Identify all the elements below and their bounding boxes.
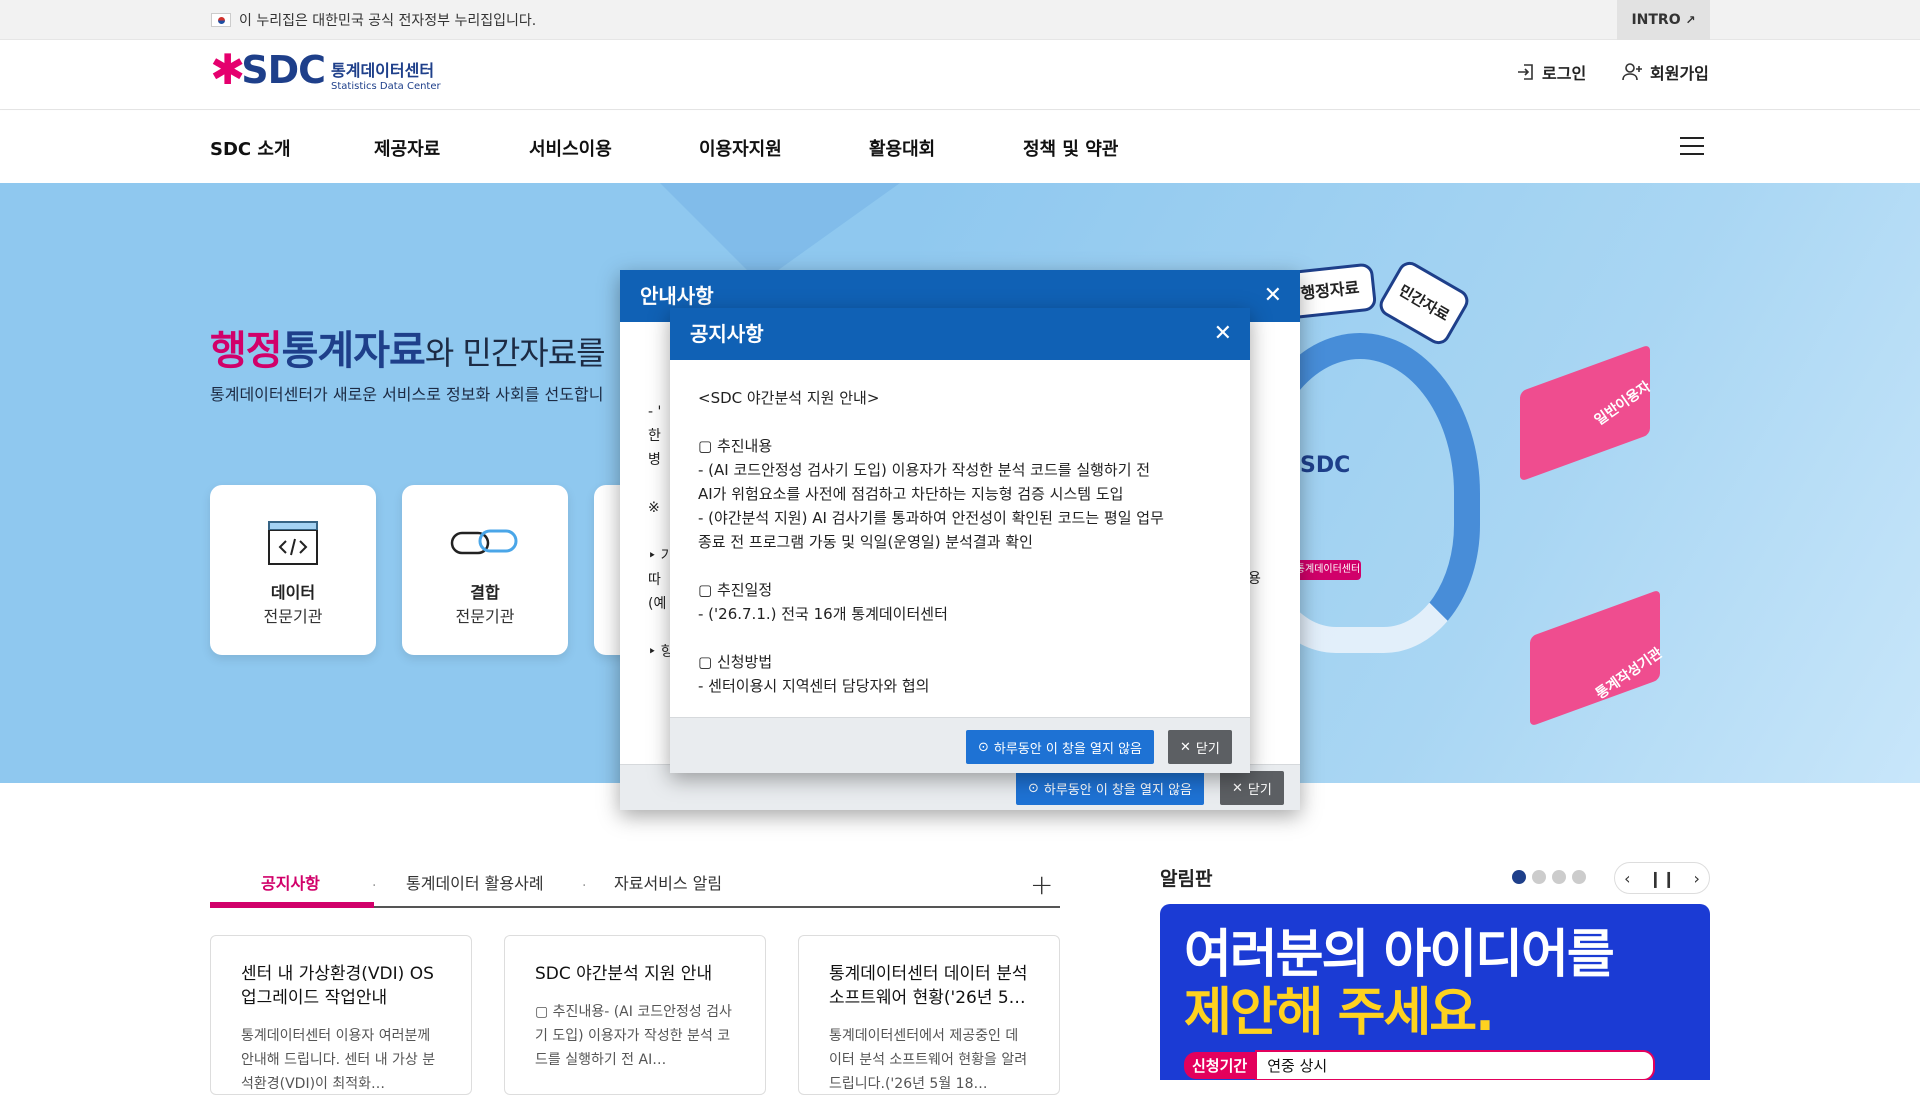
- signup-button[interactable]: 회원가입: [1622, 60, 1709, 84]
- notice-dont-show-today-button[interactable]: ⊙ 하루동안 이 창을 열지 않음: [966, 730, 1154, 764]
- site-header: ✱ SDC 통계데이터센터 Statistics Data Center 로그인…: [0, 40, 1920, 110]
- board-banner[interactable]: 여러분의 아이디어를 제안해 주세요. 신청기간 연중 상시: [1160, 904, 1710, 1080]
- board-title: 알림판: [1160, 868, 1213, 890]
- tab-use-cases[interactable]: 통계데이터 활용사례: [406, 870, 544, 894]
- pause-icon[interactable]: ❙❙: [1649, 869, 1676, 888]
- card-link-agency[interactable]: 결합 전문기관: [402, 485, 568, 655]
- modal-notice-close-icon[interactable]: ✕: [1214, 308, 1232, 360]
- menu-hamburger-icon[interactable]: [1680, 137, 1704, 157]
- code-window-icon: [268, 521, 318, 565]
- login-icon: [1518, 64, 1533, 80]
- notice-card-title: 센터 내 가상환경(VDI) OS 업그레이드 작업안내: [241, 964, 434, 1008]
- site-logo[interactable]: ✱ SDC 통계데이터센터 Statistics Data Center: [210, 48, 441, 92]
- close-icon: ✕: [1180, 739, 1191, 755]
- chevron-right-icon[interactable]: ›: [1694, 869, 1700, 888]
- modal-guidance-title: 안내사항: [640, 284, 714, 308]
- tab-data-service-alerts[interactable]: 자료서비스 알림: [614, 870, 722, 894]
- notice-card-title: SDC 야간분석 지원 안내: [535, 964, 713, 984]
- modal-notice-body: <SDC 야간분석 지원 안내> ▢ 추진내용 - (AI 코드안정성 검사기 …: [698, 389, 1164, 695]
- user-plus-icon: [1622, 63, 1642, 81]
- notice-card[interactable]: 센터 내 가상환경(VDI) OS 업그레이드 작업안내 통계데이터센터 이용자…: [210, 935, 472, 1095]
- banner-period-value: 연중 상시: [1255, 1050, 1656, 1080]
- notice-tabs: 공지사항 · 통계데이터 활용사례 · 자료서비스 알림: [210, 858, 1060, 908]
- hero-title: 행정통계자료와 민간자료를: [210, 328, 606, 374]
- more-plus-icon[interactable]: +: [1030, 868, 1053, 901]
- banner-period-label: 신청기간: [1184, 1052, 1256, 1079]
- notice-card-body: ▢ 추진내용- (AI 코드안정성 검사기 도입) 이용자가 작성한 분석 코드…: [535, 1004, 732, 1068]
- label-sdc: SDC: [1300, 453, 1351, 478]
- card-data-line1: 데이터: [270, 583, 316, 602]
- card-link-line2: 전문기관: [455, 607, 515, 626]
- nav-item-contest[interactable]: 활용대회: [869, 135, 935, 161]
- gov-notice-text: 이 누리집은 대한민국 공식 전자정부 누리집입니다.: [239, 13, 537, 29]
- signup-label: 회원가입: [1650, 64, 1709, 83]
- card-link-line1: 결합: [470, 583, 500, 602]
- modal-guidance-close-icon[interactable]: ✕: [1264, 270, 1282, 322]
- notice-card-body: 통계데이터센터 이용자 여러분께 안내해 드립니다. 센터 내 가상 분석환경(…: [241, 1028, 436, 1092]
- check-circle-icon: ⊙: [1028, 780, 1039, 796]
- label-center: 통계데이터센터: [1295, 560, 1361, 580]
- gov-notice: 이 누리집은 대한민국 공식 전자정부 누리집입니다.: [211, 10, 536, 30]
- pagination-dot[interactable]: [1512, 870, 1526, 884]
- hero-subtitle: 통계데이터센터가 새로운 서비스로 정보화 사회를 선도합니: [210, 385, 604, 404]
- intro-button[interactable]: INTRO ↗: [1617, 0, 1710, 40]
- board-pagination: [1512, 870, 1586, 884]
- modal-notice: 공지사항 ✕ <SDC 야간분석 지원 안내> ▢ 추진내용 - (AI 코드안…: [670, 308, 1250, 773]
- check-circle-icon: ⊙: [978, 739, 989, 755]
- logo-english: Statistics Data Center: [331, 80, 441, 92]
- external-link-icon: ↗: [1685, 13, 1696, 27]
- nav-item-policy[interactable]: 정책 및 약관: [1023, 135, 1118, 161]
- login-label: 로그인: [1542, 64, 1587, 83]
- notice-card[interactable]: SDC 야간분석 지원 안내 ▢ 추진내용- (AI 코드안정성 검사기 도입)…: [504, 935, 766, 1095]
- notice-card-body: 통계데이터센터에서 제공중인 데이터 분석 소프트웨어 현황을 알려 드립니다.…: [829, 1028, 1028, 1092]
- nav-item-support[interactable]: 이용자지원: [699, 135, 782, 161]
- banner-period: 신청기간 연중 상시: [1184, 1050, 1656, 1080]
- pagination-dot[interactable]: [1572, 870, 1586, 884]
- login-button[interactable]: 로그인: [1516, 60, 1586, 84]
- banner-line2: 제안해 주세요.: [1184, 983, 1495, 1043]
- logo-korean: 통계데이터센터: [331, 60, 435, 80]
- guidance-dont-show-today-button[interactable]: ⊙ 하루동안 이 창을 열지 않음: [1016, 771, 1204, 805]
- intro-label: INTRO: [1631, 12, 1681, 28]
- nav-item-service[interactable]: 서비스이용: [529, 135, 612, 161]
- tab-notice[interactable]: 공지사항: [261, 870, 320, 894]
- modal-notice-header: 공지사항 ✕: [670, 308, 1250, 360]
- close-icon: ✕: [1232, 780, 1243, 796]
- guidance-close-button[interactable]: ✕ 닫기: [1220, 771, 1284, 805]
- pagination-dot[interactable]: [1552, 870, 1566, 884]
- notice-card[interactable]: 통계데이터센터 데이터 분석 소프트웨어 현황('26년 5… 통계데이터센터에…: [798, 935, 1060, 1095]
- main-nav: SDC 소개 제공자료 서비스이용 이용자지원 활용대회 정책 및 약관: [0, 111, 1920, 183]
- card-data-line2: 전문기관: [263, 607, 323, 626]
- card-data-agency[interactable]: 데이터 전문기관: [210, 485, 376, 655]
- link-chain-icon: [450, 529, 518, 555]
- nav-item-sdc-intro[interactable]: SDC 소개: [210, 135, 291, 161]
- gov-banner-bar: 이 누리집은 대한민국 공식 전자정부 누리집입니다. INTRO ↗: [0, 0, 1920, 40]
- modal-notice-footer: ⊙ 하루동안 이 창을 열지 않음 ✕ 닫기: [670, 717, 1250, 773]
- notice-card-title: 통계데이터센터 데이터 분석 소프트웨어 현황('26년 5…: [829, 964, 1028, 1008]
- pagination-dot[interactable]: [1532, 870, 1546, 884]
- active-tab-underline: [210, 902, 374, 908]
- logo-star-icon: ✱: [210, 45, 246, 94]
- logo-mark: SDC: [241, 48, 326, 92]
- nav-item-data[interactable]: 제공자료: [374, 135, 440, 161]
- korea-flag-icon: [211, 13, 231, 27]
- notice-close-button[interactable]: ✕ 닫기: [1168, 730, 1232, 764]
- chevron-left-icon[interactable]: ‹: [1624, 869, 1630, 888]
- modal-notice-title: 공지사항: [690, 322, 764, 346]
- board-slider-controls: ‹ ❙❙ ›: [1614, 862, 1710, 894]
